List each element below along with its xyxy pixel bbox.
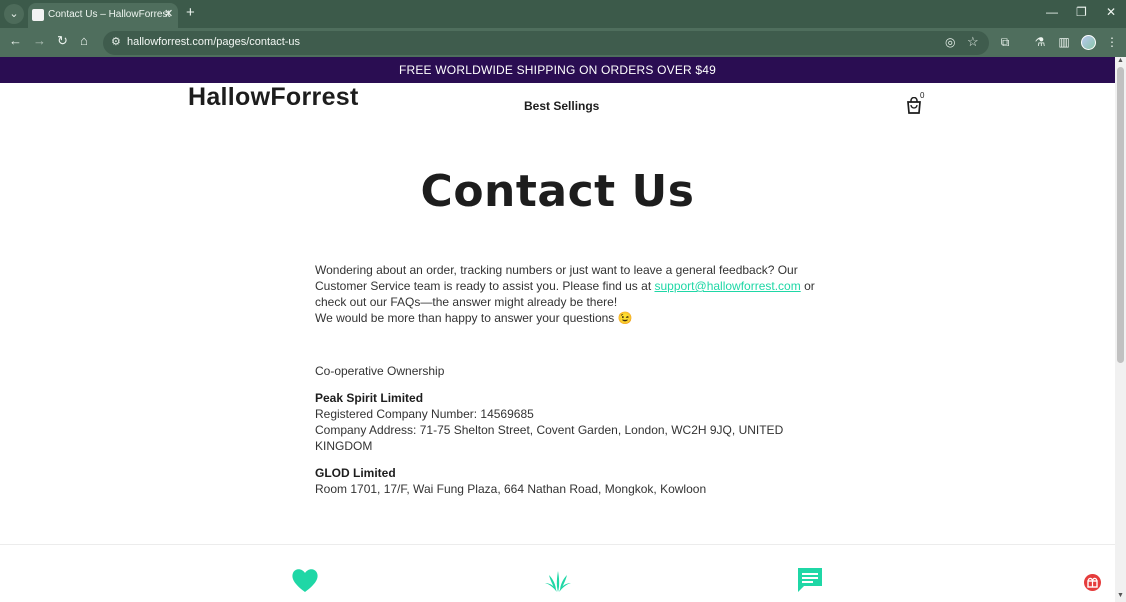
tab-title: Contact Us – HallowForrest (48, 9, 171, 20)
restore-icon[interactable]: ❐ (1076, 5, 1087, 19)
forward-icon[interactable]: → (33, 33, 46, 48)
window-close-icon[interactable]: ✕ (1106, 5, 1116, 19)
ownership-heading: Co-operative Ownership (315, 364, 445, 378)
intro-closing: We would be more than happy to answer yo… (315, 311, 633, 325)
profile-avatar[interactable] (1081, 35, 1096, 50)
company-detail: Room 1701, 17/F, Wai Fung Plaza, 664 Nat… (315, 482, 707, 496)
tab-favicon (32, 9, 44, 21)
heart-icon (292, 569, 318, 592)
minimize-icon[interactable]: — (1046, 5, 1058, 19)
eye-off-icon[interactable]: ◎ (945, 35, 955, 49)
labs-flask-icon[interactable]: ⚗ (1033, 35, 1047, 49)
page-title: Contact Us (420, 166, 695, 217)
browser-toolbar: ← → ↻ ⌂ ⚙ hallowforrest.com/pages/contac… (0, 28, 1126, 57)
company-name: Peak Spirit Limited (315, 391, 424, 405)
cart-count-badge: 0 (920, 91, 925, 100)
browser-tab-strip: ⌄ Contact Us – HallowForrest ✕ + — ❐ ✕ (0, 0, 1126, 28)
site-logo[interactable]: HallowForrest (188, 83, 359, 112)
section-divider (0, 544, 1115, 545)
page-scrollbar[interactable]: ▲ ▼ (1115, 57, 1126, 602)
browser-tab[interactable]: Contact Us – HallowForrest ✕ (28, 3, 178, 28)
company-detail: Registered Company Number: 14569685 (315, 407, 534, 421)
company-name: GLOD Limited (315, 466, 396, 480)
intro-paragraph: Wondering about an order, tracking numbe… (315, 262, 815, 326)
browser-menu-icon[interactable]: ⋮ (1105, 35, 1119, 49)
reload-icon[interactable]: ↻ (57, 33, 68, 49)
chat-icon (798, 568, 822, 592)
address-bar[interactable]: ⚙ hallowforrest.com/pages/contact-us ◎ ☆ (103, 31, 989, 55)
scrollbar-thumb[interactable] (1117, 67, 1124, 363)
extensions-icon[interactable]: ⧉ (998, 35, 1012, 49)
gift-icon[interactable] (1084, 574, 1101, 591)
contact-content: Wondering about an order, tracking numbe… (315, 262, 815, 497)
company-block: Peak Spirit Limited Registered Company N… (315, 390, 815, 454)
nav-link-best-sellings[interactable]: Best Sellings (524, 99, 599, 113)
plant-icon (545, 571, 571, 592)
promo-banner: FREE WORLDWIDE SHIPPING ON ORDERS OVER $… (0, 57, 1115, 83)
new-tab-icon[interactable]: + (186, 4, 195, 21)
company-detail: Company Address: 71-75 Shelton Street, C… (315, 423, 784, 453)
scroll-up-icon[interactable]: ▲ (1117, 57, 1124, 64)
scroll-down-icon[interactable]: ▼ (1117, 592, 1124, 599)
url-text[interactable]: hallowforrest.com/pages/contact-us (127, 36, 300, 48)
site-settings-icon[interactable]: ⚙ (111, 35, 121, 48)
bookmark-star-icon[interactable]: ☆ (967, 34, 979, 50)
back-icon[interactable]: ← (9, 33, 22, 48)
home-icon[interactable]: ⌂ (80, 33, 88, 48)
company-block: GLOD Limited Room 1701, 17/F, Wai Fung P… (315, 465, 815, 497)
side-panel-icon[interactable]: ▥ (1057, 35, 1071, 49)
support-email-link[interactable]: support@hallowforrest.com (654, 279, 800, 293)
tab-close-icon[interactable]: ✕ (164, 7, 173, 20)
tab-search-chevron-icon[interactable]: ⌄ (4, 4, 24, 24)
